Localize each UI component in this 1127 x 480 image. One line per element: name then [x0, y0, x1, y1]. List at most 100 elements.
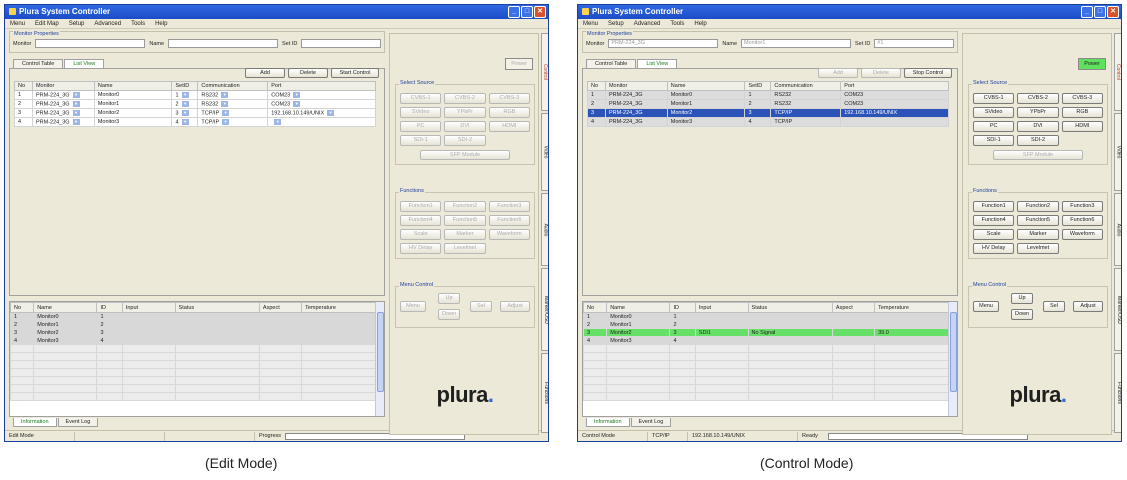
- source-button[interactable]: CVBS-2: [1017, 93, 1059, 104]
- vtab-control[interactable]: Control: [541, 33, 548, 111]
- source-button[interactable]: YPbPr: [444, 107, 486, 118]
- cell-comm[interactable]: TCP/IP ▼: [197, 108, 269, 118]
- status-row[interactable]: 3 Monitor2 3: [10, 328, 376, 337]
- down-button[interactable]: Down: [1011, 309, 1033, 320]
- menu-item[interactable]: Tools: [131, 19, 145, 28]
- chevron-down-icon[interactable]: ▼: [72, 91, 80, 98]
- chevron-down-icon[interactable]: ▼: [293, 91, 301, 98]
- function-button[interactable]: Function4: [400, 215, 442, 226]
- source-button[interactable]: CVBS-3: [1061, 93, 1103, 104]
- table-row[interactable]: 4 PRM-224_3G ▼ Monitor3 4 ▼ TCP/IP ▼ ▼: [14, 117, 376, 127]
- chevron-down-icon[interactable]: ▼: [181, 91, 189, 98]
- vtab-functions[interactable]: Functions: [1114, 353, 1121, 433]
- vtab-functions[interactable]: Functions: [541, 353, 548, 433]
- maximize-icon[interactable]: □: [521, 6, 533, 18]
- function-button[interactable]: HV Delay: [400, 243, 442, 254]
- up-button[interactable]: Up: [438, 293, 460, 304]
- vtab-audio[interactable]: Audio: [541, 193, 548, 266]
- vtab-marker-osd[interactable]: Marker/OSD: [1114, 268, 1121, 351]
- cell-port[interactable]: ▼: [267, 117, 376, 127]
- adjust-button[interactable]: Adjust: [1073, 301, 1103, 312]
- source-button[interactable]: CVBS-3: [488, 93, 530, 104]
- menu-item[interactable]: Advanced: [94, 19, 121, 28]
- close-icon[interactable]: ✕: [1107, 6, 1119, 18]
- function-button[interactable]: Function5: [1017, 215, 1059, 226]
- chevron-down-icon[interactable]: ▼: [293, 100, 301, 107]
- tab-event-log[interactable]: Event Log: [57, 418, 99, 427]
- status-scrollbar[interactable]: [375, 302, 384, 416]
- function-button[interactable]: Marker: [1017, 229, 1059, 240]
- function-button[interactable]: Scale: [973, 229, 1015, 240]
- cell-port[interactable]: COM23 ▼: [267, 99, 376, 109]
- tab-event-log[interactable]: Event Log: [630, 418, 672, 427]
- minimize-icon[interactable]: _: [1081, 6, 1093, 18]
- source-button[interactable]: SDI-1: [973, 135, 1015, 146]
- vtab-control[interactable]: Control: [1114, 33, 1121, 111]
- menu-item[interactable]: Menu: [583, 19, 598, 28]
- stop-control-button[interactable]: Stop Control: [904, 68, 952, 78]
- source-button[interactable]: SDI-2: [1017, 135, 1059, 146]
- function-button[interactable]: HV Delay: [973, 243, 1015, 254]
- minimize-icon[interactable]: _: [508, 6, 520, 18]
- sfp-module-button[interactable]: SFP Module: [420, 150, 510, 160]
- cell-port[interactable]: COM23 ▼: [267, 90, 376, 100]
- source-button[interactable]: SVideo: [973, 107, 1015, 118]
- chevron-down-icon[interactable]: ▼: [181, 118, 189, 125]
- source-button[interactable]: DVI: [444, 121, 486, 132]
- chevron-down-icon[interactable]: ▼: [222, 109, 230, 116]
- source-button[interactable]: SDI-2: [444, 135, 486, 146]
- add-button[interactable]: Add: [245, 68, 285, 78]
- status-row[interactable]: 4 Monitor3 4: [10, 336, 376, 345]
- chevron-down-icon[interactable]: ▼: [181, 109, 189, 116]
- sel-button[interactable]: Sel: [1043, 301, 1065, 312]
- name-field[interactable]: Monitor1: [741, 39, 852, 48]
- cell-setid[interactable]: 3 ▼: [171, 108, 199, 118]
- source-button[interactable]: YPbPr: [1017, 107, 1059, 118]
- source-button[interactable]: SDI-1: [400, 135, 442, 146]
- scrollbar-thumb[interactable]: [950, 312, 957, 392]
- setid-field[interactable]: [301, 39, 382, 48]
- cell-comm[interactable]: RS232 ▼: [197, 90, 269, 100]
- function-button[interactable]: Function6: [1061, 215, 1103, 226]
- source-button[interactable]: PC: [973, 121, 1015, 132]
- monitor-field[interactable]: PRM-224_3G: [608, 39, 719, 48]
- status-scrollbar[interactable]: [948, 302, 957, 416]
- setid-field[interactable]: #1: [874, 39, 955, 48]
- sfp-module-button[interactable]: SFP Module: [993, 150, 1083, 160]
- cell-monitor[interactable]: PRM-224_3G ▼: [31, 108, 95, 118]
- function-button[interactable]: Function3: [488, 201, 530, 212]
- close-icon[interactable]: ✕: [534, 6, 546, 18]
- status-row[interactable]: 2 Monitor1 2: [583, 320, 949, 329]
- cell-setid[interactable]: 2 ▼: [171, 99, 199, 109]
- name-field[interactable]: [168, 39, 279, 48]
- menu-button[interactable]: Menu: [973, 301, 999, 312]
- tab-information[interactable]: Information: [586, 418, 630, 427]
- chevron-down-icon[interactable]: ▼: [274, 118, 282, 125]
- status-row[interactable]: 4 Monitor3 4: [583, 336, 949, 345]
- cell-monitor[interactable]: PRM-224_3G ▼: [31, 99, 95, 109]
- tab-information[interactable]: Information: [13, 418, 57, 427]
- table-row[interactable]: 3 PRM-224_3G Monitor2 3 TCP/IP 192.168.10.149…: [587, 108, 949, 118]
- cell-port[interactable]: 192.168.10.149/UNIX ▼: [267, 108, 376, 118]
- function-button[interactable]: Function5: [444, 215, 486, 226]
- chevron-down-icon[interactable]: ▼: [72, 118, 80, 125]
- power-button[interactable]: Power: [505, 58, 533, 70]
- source-button[interactable]: PC: [400, 121, 442, 132]
- table-row[interactable]: 3 PRM-224_3G ▼ Monitor2 3 ▼ TCP/IP ▼ 192.168.10.…: [14, 108, 376, 118]
- table-row[interactable]: 2 PRM-224_3G ▼ Monitor1 2 ▼ RS232 ▼ COM23 ▼: [14, 99, 376, 109]
- menu-item[interactable]: Advanced: [634, 19, 661, 28]
- chevron-down-icon[interactable]: ▼: [221, 100, 229, 107]
- status-row[interactable]: 2 Monitor1 2: [10, 320, 376, 329]
- cell-setid[interactable]: 1 ▼: [171, 90, 199, 100]
- start-control-button[interactable]: Start Control: [331, 68, 379, 78]
- function-button[interactable]: Function1: [400, 201, 442, 212]
- menu-button[interactable]: Menu: [400, 301, 426, 312]
- function-button[interactable]: Function3: [1061, 201, 1103, 212]
- delete-button[interactable]: Delete: [861, 68, 901, 78]
- function-button[interactable]: Waveform: [1061, 229, 1103, 240]
- source-button[interactable]: HDMI: [1061, 121, 1103, 132]
- function-button[interactable]: Function6: [488, 215, 530, 226]
- vtab-audio[interactable]: Audio: [1114, 193, 1121, 266]
- menu-item[interactable]: Edit Map: [35, 19, 59, 28]
- chevron-down-icon[interactable]: ▼: [221, 91, 229, 98]
